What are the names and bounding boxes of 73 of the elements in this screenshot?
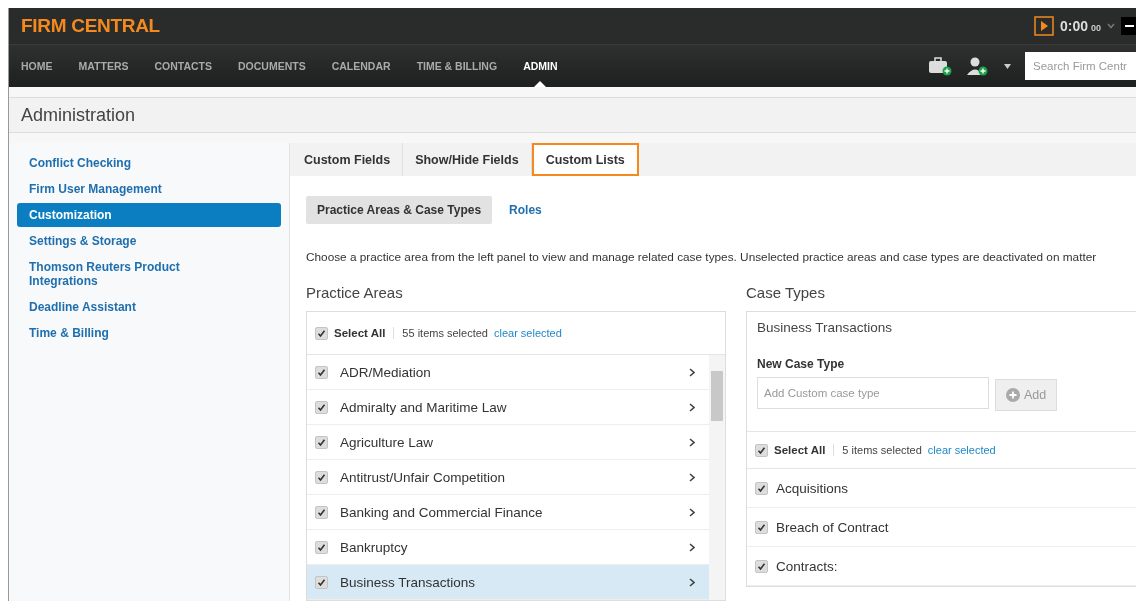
sidebar-item[interactable]: Conflict Checking — [17, 151, 281, 175]
tab[interactable]: Custom Fields — [292, 143, 404, 176]
checkbox[interactable] — [315, 435, 328, 449]
chevron-icon — [689, 402, 695, 412]
page-title: Administration — [21, 104, 136, 126]
checkbox[interactable] — [315, 540, 328, 554]
checkbox[interactable] — [755, 520, 768, 534]
nav-item[interactable]: CALENDAR — [331, 45, 391, 87]
sidebar-item[interactable]: Thomson Reuters Product Integrations — [17, 255, 281, 293]
nav-item[interactable]: TIME & BILLING — [416, 45, 498, 87]
section-title: Case Types — [746, 284, 826, 301]
plus-icon — [1006, 388, 1020, 402]
case-type-input[interactable]: Add Custom case type — [757, 377, 989, 409]
select-all-label: Select All — [334, 327, 395, 339]
clear-selected-link[interactable]: clear selected — [927, 444, 996, 456]
sidebar-item[interactable]: Deadline Assistant — [17, 295, 281, 319]
sub-tab[interactable]: Practice Areas & Case Types — [306, 196, 493, 224]
row-label: Admiralty and Maritime Law — [340, 399, 508, 415]
chevron-icon — [689, 577, 695, 587]
sidebar-item[interactable]: Firm User Management — [17, 177, 281, 201]
checkbox[interactable] — [315, 365, 328, 379]
checkbox[interactable] — [315, 505, 328, 519]
logo: FIRM CENTRAL — [21, 15, 160, 37]
tab[interactable]: Custom Lists — [531, 143, 639, 176]
checkbox[interactable] — [755, 481, 768, 495]
play-icon[interactable] — [1033, 16, 1054, 36]
row-label: Bankruptcy — [340, 539, 409, 555]
field-label: New Case Type — [756, 356, 846, 373]
sub-tab[interactable]: Roles — [498, 196, 553, 224]
search-field[interactable]: Search Firm Centr — [1025, 52, 1136, 80]
checkbox[interactable] — [315, 470, 328, 484]
sidebar-item[interactable]: Customization — [17, 203, 281, 227]
timer-time: 0:00 — [1059, 18, 1088, 34]
nav-item[interactable]: MATTERS — [78, 45, 129, 87]
description-text: Choose a practice area from the left panel to view and manage related case types. Unselected practice areas and case types are deactivated on matter — [306, 250, 1098, 264]
person-add-icon[interactable] — [966, 56, 990, 76]
row-label: Antitrust/Unfair Competition — [340, 469, 507, 485]
select-all-label: Select All — [774, 444, 835, 456]
selected-count: 5 items selected — [842, 444, 922, 456]
row-label: Business Transactions — [340, 574, 477, 590]
chevron-icon — [689, 472, 695, 482]
case-type-label: Breach of Contract — [776, 519, 890, 535]
checkbox[interactable] — [755, 443, 768, 457]
tab[interactable]: Show/Hide Fields — [403, 143, 532, 176]
timer-seconds: 00 — [1091, 23, 1101, 33]
chevron-icon — [689, 542, 695, 552]
row-label: ADR/Mediation — [340, 364, 432, 380]
chevron-icon — [689, 437, 695, 447]
nav-item[interactable]: HOME — [21, 45, 53, 87]
row-label: Agriculture Law — [340, 434, 435, 450]
chevron-icon — [689, 507, 695, 517]
nav-item[interactable]: DOCUMENTS — [238, 45, 306, 87]
checkbox[interactable] — [315, 326, 328, 340]
case-type-label: Contracts: — [776, 558, 839, 574]
row-label: Banking and Commercial Finance — [340, 504, 544, 520]
chevron-icon — [689, 367, 695, 377]
practice-area-name: Business Transactions — [756, 319, 894, 335]
list-row[interactable]: Business Transactions — [307, 565, 709, 600]
briefcase-add-icon[interactable] — [928, 56, 952, 76]
checkbox[interactable] — [315, 400, 328, 414]
minimize-icon[interactable] — [1121, 17, 1136, 35]
nav-item[interactable]: ADMIN — [523, 45, 558, 87]
checkbox[interactable] — [755, 559, 768, 573]
scrollbar[interactable] — [709, 355, 725, 600]
caret-icon[interactable] — [1004, 63, 1011, 69]
selected-count: 55 items selected — [402, 327, 488, 339]
nav-item[interactable]: CONTACTS — [154, 45, 213, 87]
sidebar-item[interactable]: Time & Billing — [17, 321, 281, 345]
case-type-label: Acquisitions — [776, 480, 850, 496]
clear-selected-link[interactable]: clear selected — [493, 327, 562, 339]
section-title: Practice Areas — [306, 284, 404, 301]
sidebar-item[interactable]: Settings & Storage — [17, 229, 281, 253]
checkbox[interactable] — [315, 575, 328, 589]
